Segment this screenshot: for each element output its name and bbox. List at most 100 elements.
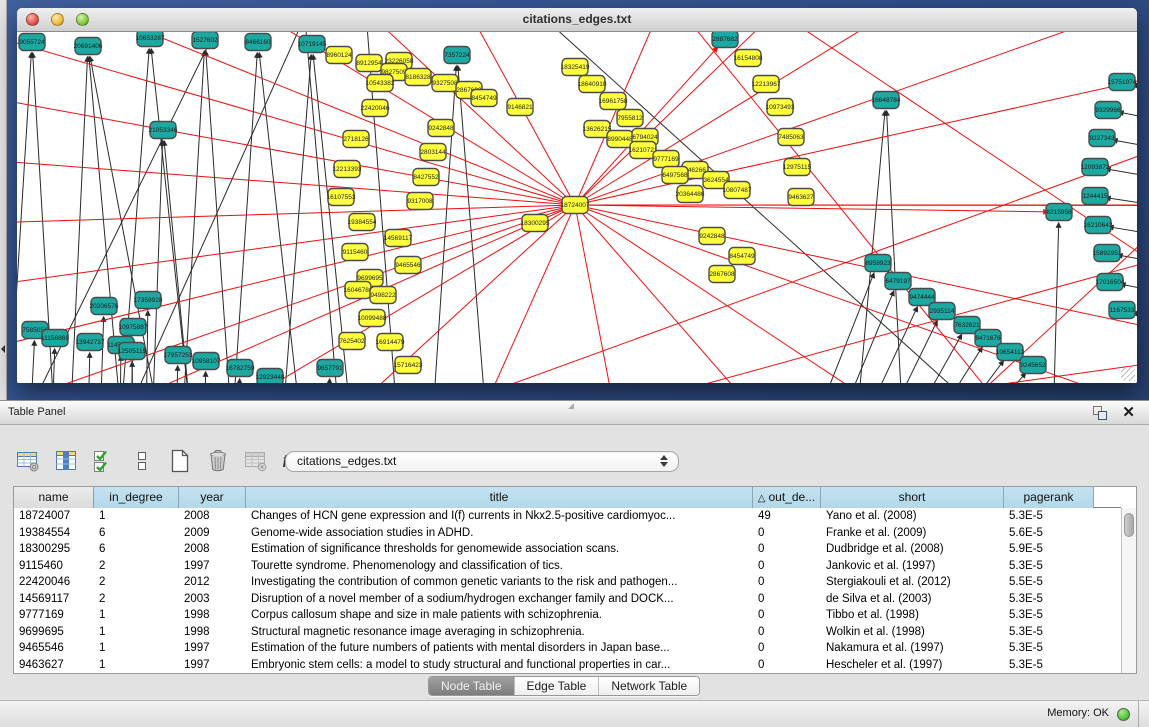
graph-edge[interactable] [575,205,1137,383]
graph-node[interactable]: 9777169 [653,151,679,168]
graph-edge[interactable] [259,53,302,383]
column-header-title[interactable]: title [246,487,753,508]
graph-edge[interactable] [860,307,917,383]
graph-edge[interactable] [575,205,620,383]
graph-node[interactable]: 15751074 [1108,74,1137,91]
graph-node[interactable]: 17016504 [1096,274,1125,291]
graph-node[interactable]: 2935114 [929,303,955,320]
graph-node[interactable]: 6497568 [662,167,688,184]
citation-network-graph[interactable]: 9055724206914061065328715276028466160107… [17,32,1137,383]
graph-node[interactable]: 8471676 [975,330,1001,347]
graph-node[interactable]: 12975115 [783,159,812,176]
graph-node[interactable]: 20364486 [676,186,705,203]
graph-node[interactable]: 15892951 [1093,245,1122,262]
graph-edge[interactable] [575,205,1137,383]
graph-node[interactable]: 16648784 [872,92,901,109]
graph-node[interactable]: 10099488 [358,310,387,327]
graph-node[interactable]: 21053346 [149,122,178,139]
graph-edge[interactable] [575,205,1137,383]
graph-node[interactable]: 8990448 [607,131,633,148]
tab-network-table[interactable]: Network Table [598,677,699,695]
graph-edge[interactable] [575,205,1137,383]
graph-node[interactable]: 9055724 [19,34,45,51]
graph-node[interactable]: 9327508 [432,75,458,92]
show-columns-icon[interactable] [52,448,79,475]
graph-edge[interactable] [575,205,1137,383]
graph-edge[interactable] [575,205,1137,383]
graph-edge[interactable] [575,205,1137,383]
minimize-window-button[interactable] [51,13,64,26]
graph-edge[interactable] [575,205,1137,383]
graph-node[interactable]: 8466160 [245,34,271,51]
graph-edge[interactable] [1106,169,1137,185]
graph-node[interactable]: 12213967 [752,76,781,93]
graph-edge[interactable] [575,205,1137,383]
graph-edge[interactable] [575,205,1137,383]
graph-edge[interactable] [282,55,311,383]
graph-edge[interactable] [575,205,1137,383]
graph-node[interactable]: 9465546 [395,257,421,274]
graph-node[interactable]: 22420046 [361,100,390,117]
float-panel-icon[interactable] [1093,406,1107,420]
tab-node-table[interactable]: Node Table [429,677,514,695]
graph-edge[interactable] [232,53,257,383]
graph-edge[interactable] [575,205,1137,383]
graph-node[interactable]: 6479197 [885,273,911,290]
table-row[interactable]: 1830029562008Estimation of significance … [14,541,1121,558]
graph-node[interactable]: 1244415 [1082,188,1108,205]
graph-edge[interactable] [575,205,1137,383]
new-file-icon[interactable] [166,448,193,475]
graph-edge[interactable] [575,205,1137,383]
graph-node[interactable]: 16210643 [1084,217,1113,234]
graph-edge[interactable] [17,205,575,225]
graph-node[interactable]: 1167533 [1109,302,1135,319]
graph-node[interactable]: 17359928 [134,292,163,309]
graph-edge[interactable] [328,379,330,383]
graph-node[interactable]: 12093872 [1081,159,1110,176]
graph-edge[interactable] [575,205,1137,370]
table-row[interactable]: 911546021997Tourette syndrome. Phenomeno… [14,558,1121,575]
graph-edge[interactable] [856,111,885,383]
graph-node[interactable]: 2803144 [420,144,446,161]
graph-edge[interactable] [1113,140,1137,156]
graph-edge[interactable] [1109,227,1137,242]
vertical-scrollbar[interactable] [1121,508,1136,673]
graph-node[interactable]: 9463627 [788,189,814,206]
graph-edge[interactable] [575,205,1137,383]
graph-node[interactable]: 18325419 [561,59,590,76]
graph-node[interactable]: 16961758 [599,93,628,110]
graph-node[interactable]: 8454749 [471,90,497,107]
column-header-short[interactable]: short [821,487,1004,508]
graph-edge[interactable] [575,205,1137,341]
table-row[interactable]: 977716911998Corpus callosum shape and si… [14,607,1121,624]
graph-node[interactable]: 16914479 [376,334,405,351]
graph-node[interactable]: 9245652 [1020,357,1046,374]
graph-edge[interactable] [575,205,1137,383]
graph-node[interactable]: 7485063 [778,129,804,146]
graph-node[interactable]: 12505115 [118,343,147,360]
graph-node[interactable]: 10958107 [192,353,221,370]
close-window-button[interactable] [26,13,39,26]
network-selector[interactable]: citations_edges.txt [285,451,679,472]
column-header-year[interactable]: year [179,487,246,508]
window-resize-grip[interactable] [1121,367,1135,381]
graph-node[interactable]: 16154808 [734,50,763,67]
graph-edge[interactable] [300,32,340,383]
graph-node[interactable]: 10807487 [723,182,752,199]
graph-node[interactable]: 12213393 [333,161,362,178]
window-titlebar[interactable]: citations_edges.txt [17,8,1137,32]
graph-node[interactable]: 9857791 [317,360,343,377]
graph-edge[interactable] [575,205,1137,383]
graph-node[interactable]: 13942737 [76,334,105,351]
expand-panel-arrow-icon[interactable] [1,345,5,353]
graph-node[interactable]: 7357224 [444,47,470,64]
graph-edge[interactable] [575,205,1137,383]
table-row[interactable]: 1456911722003Disruption of a novel membe… [14,591,1121,608]
graph-edge[interactable] [575,205,1137,369]
graph-node[interactable]: 9242848 [699,228,725,245]
network-canvas[interactable]: 9055724206914061065328715276028466160107… [17,32,1137,383]
graph-edge[interactable] [88,353,90,383]
graph-node[interactable]: 2718126 [343,131,369,148]
graph-edge[interactable] [575,205,1137,383]
graph-node[interactable]: 2867608 [709,266,735,283]
